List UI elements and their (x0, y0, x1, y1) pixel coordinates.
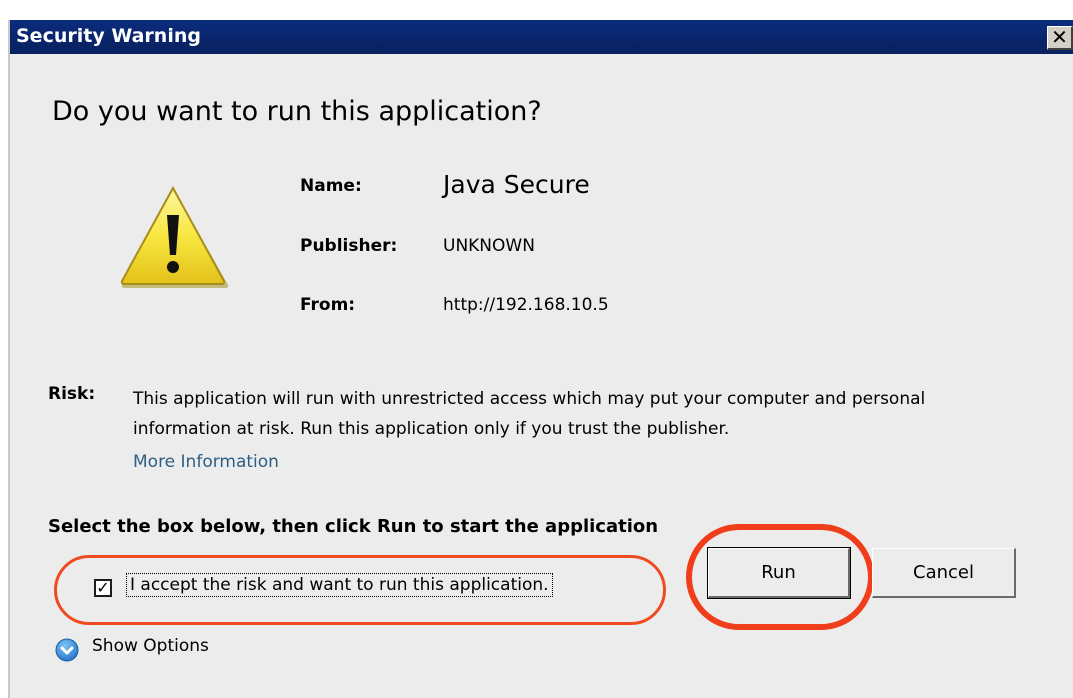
close-button[interactable]: ✕ (1047, 26, 1073, 50)
accept-risk-checkbox[interactable]: ✓ (94, 579, 112, 597)
instruction-text: Select the box below, then click Run to … (48, 516, 659, 537)
risk-label: Risk: (48, 384, 96, 404)
publisher-label: Publisher: (300, 236, 398, 256)
cancel-button-label: Cancel (913, 562, 974, 583)
window-title: Security Warning (16, 25, 201, 47)
dialog-question: Do you want to run this application? (52, 96, 542, 127)
name-value: Java Secure (443, 170, 590, 199)
from-value: http://192.168.10.5 (443, 295, 609, 315)
checkmark-icon: ✓ (96, 578, 110, 597)
run-button-label: Run (761, 562, 796, 583)
from-label: From: (300, 295, 356, 315)
security-warning-dialog: Security Warning ✕ Do you want to run th… (8, 20, 1073, 698)
risk-text: This application will run with unrestric… (133, 389, 926, 439)
name-label: Name: (300, 176, 362, 196)
warning-icon (120, 185, 229, 288)
close-icon: ✕ (1051, 25, 1068, 49)
chevron-down-icon[interactable] (55, 638, 79, 662)
show-options-link[interactable]: Show Options (92, 636, 209, 656)
title-bar[interactable]: Security Warning ✕ (10, 20, 1073, 54)
publisher-value: UNKNOWN (443, 236, 535, 256)
more-information-link[interactable]: More Information (133, 452, 279, 472)
accept-risk-label[interactable]: I accept the risk and want to run this a… (126, 573, 553, 597)
cancel-button[interactable]: Cancel (872, 548, 1016, 598)
run-button[interactable]: Run (707, 547, 851, 599)
